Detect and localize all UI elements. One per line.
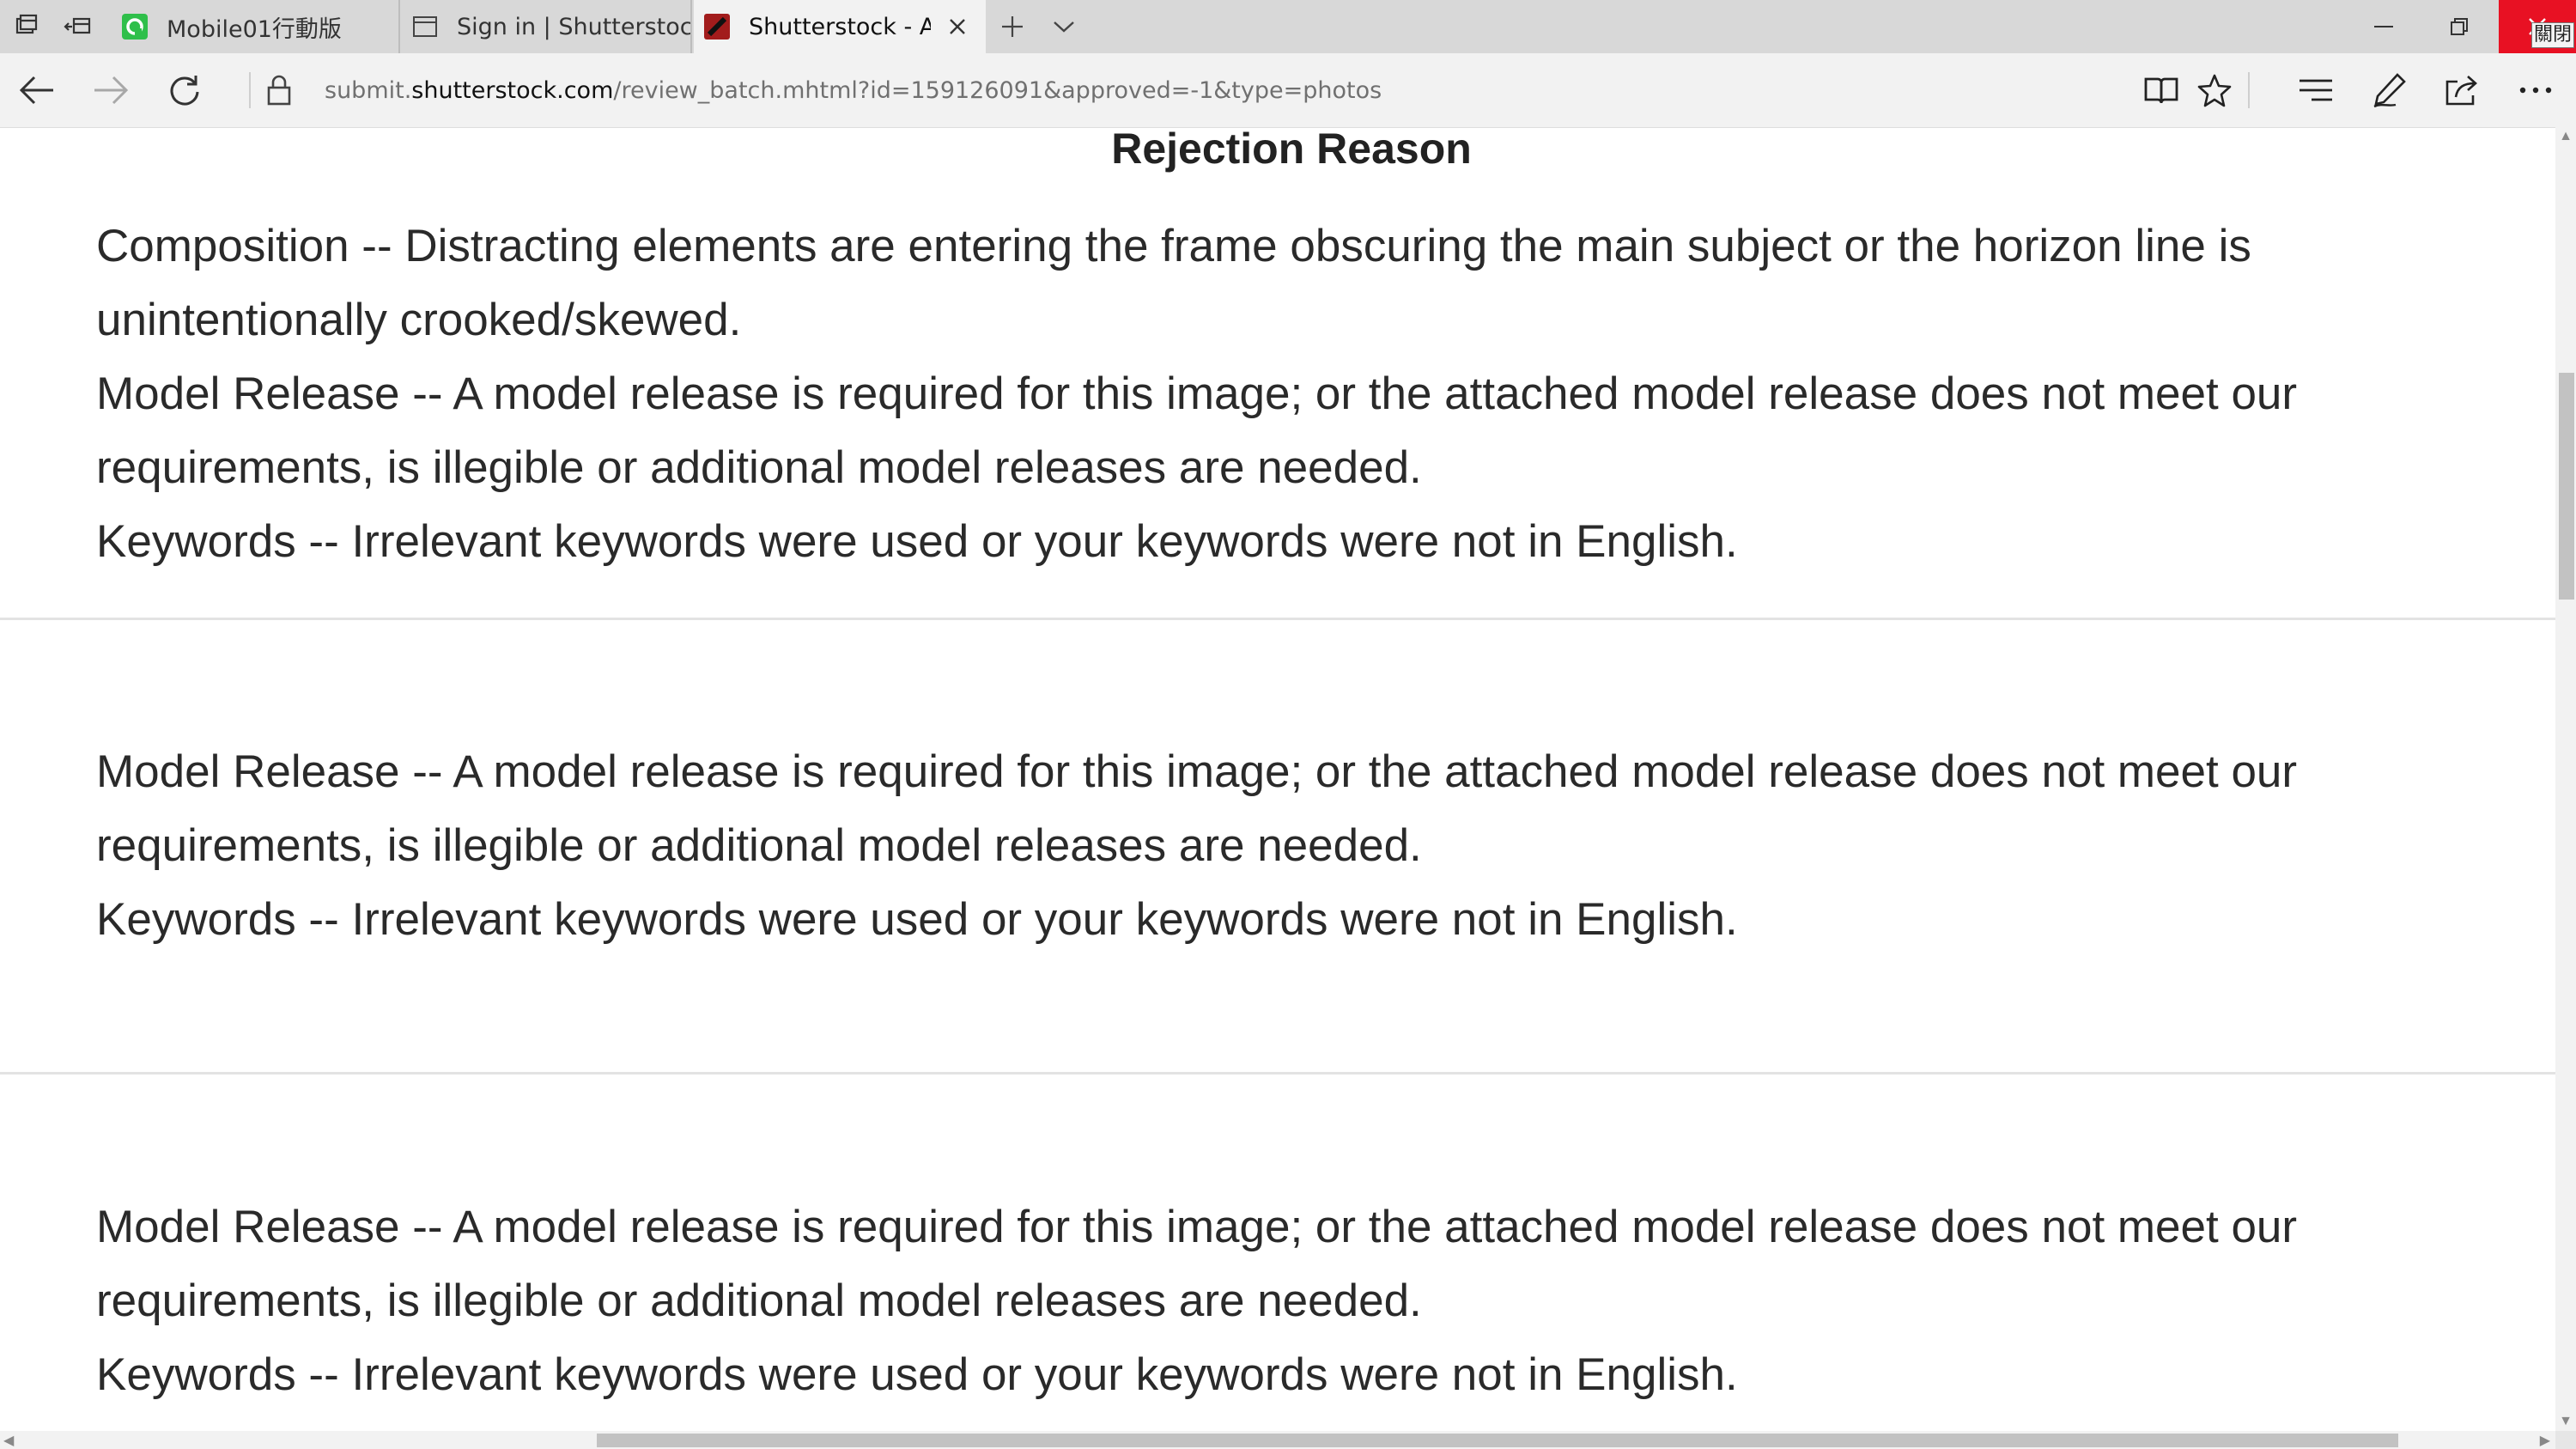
- horizontal-scroll-thumb[interactable]: [597, 1434, 2398, 1447]
- rejection-reason: Keywords -- Irrelevant keywords were use…: [96, 894, 1738, 945]
- tab-preview-chevron-down-icon[interactable]: [1046, 9, 1082, 45]
- separator: [2248, 72, 2250, 108]
- new-tab-icon[interactable]: [994, 9, 1030, 45]
- rejection-block: Model Release -- A model release is requ…: [96, 735, 2415, 957]
- minimize-icon[interactable]: [2346, 0, 2421, 53]
- scroll-right-arrow-icon[interactable]: ▶: [2540, 1432, 2550, 1449]
- url-host: shutterstock.com: [411, 76, 614, 104]
- rejection-block: Model Release -- A model release is requ…: [96, 1190, 2415, 1412]
- vertical-scroll-thumb[interactable]: [2559, 373, 2574, 600]
- set-tabs-aside-icon[interactable]: [60, 9, 96, 45]
- page-icon: [412, 14, 438, 40]
- restore-icon[interactable]: [2421, 0, 2497, 53]
- address-bar[interactable]: submit. shutterstock.com/review_batch.mht…: [325, 53, 1382, 127]
- scroll-up-arrow-icon[interactable]: ▲: [2558, 129, 2573, 144]
- horizontal-scrollbar[interactable]: ◀ ▶: [0, 1431, 2555, 1449]
- section-divider: [0, 618, 2555, 620]
- tab-list-icon[interactable]: [9, 9, 45, 45]
- close-window-icon[interactable]: 關閉: [2499, 0, 2576, 53]
- forward-arrow-icon[interactable]: [91, 70, 131, 110]
- tab-title: Mobile01行動版: [167, 15, 342, 43]
- reading-view-icon[interactable]: [2142, 70, 2181, 110]
- url-prefix: submit.: [325, 76, 412, 104]
- scroll-down-arrow-icon[interactable]: ▼: [2558, 1414, 2573, 1429]
- tab-title: Shutterstock - Appr: [749, 13, 931, 40]
- more-options-icon[interactable]: [2516, 70, 2555, 110]
- shutterstock-favicon-icon: [704, 14, 730, 40]
- close-tooltip: 關閉: [2530, 22, 2574, 48]
- rejection-block: Composition -- Distracting elements are …: [96, 210, 2415, 579]
- navigation-bar: submit. shutterstock.com/review_batch.mht…: [0, 53, 2576, 128]
- tab-mobile01[interactable]: Mobile01行動版: [112, 0, 400, 53]
- share-icon[interactable]: [2442, 70, 2482, 110]
- mobile01-favicon-icon: [122, 14, 148, 40]
- favorite-star-icon[interactable]: [2195, 70, 2234, 110]
- page-title: Rejection Reason: [1111, 125, 1472, 173]
- tab-shutterstock-approved[interactable]: Shutterstock - Appr: [694, 0, 986, 53]
- scroll-left-arrow-icon[interactable]: ◀: [3, 1432, 14, 1449]
- rejection-reason: Model Release -- A model release is requ…: [96, 746, 2298, 871]
- separator: [249, 72, 251, 108]
- back-arrow-icon[interactable]: [17, 70, 57, 110]
- rejection-reason: Composition -- Distracting elements are …: [96, 221, 2251, 345]
- tab-sign-in-shutterstock[interactable]: Sign in | Shutterstock: [402, 0, 692, 53]
- close-tab-icon[interactable]: [943, 12, 972, 41]
- rejection-reason: Model Release -- A model release is requ…: [96, 368, 2298, 493]
- section-divider: [0, 1072, 2555, 1075]
- web-note-pen-icon[interactable]: [2370, 70, 2409, 110]
- lock-icon[interactable]: [259, 70, 299, 110]
- hub-icon[interactable]: [2296, 70, 2336, 110]
- refresh-icon[interactable]: [165, 70, 204, 110]
- vertical-scrollbar[interactable]: ▲ ▼: [2555, 127, 2576, 1431]
- tab-strip: Mobile01行動版 Sign in | Shutterstock Shutt…: [0, 0, 2576, 53]
- rejection-reason: Keywords -- Irrelevant keywords were use…: [96, 1349, 1738, 1400]
- tab-title: Sign in | Shutterstock: [457, 13, 690, 40]
- url-path: /review_batch.mhtml?id=159126091&approve…: [613, 76, 1382, 104]
- scrollbar-corner: [2555, 1431, 2576, 1449]
- rejection-reason: Keywords -- Irrelevant keywords were use…: [96, 516, 1738, 567]
- rejection-reason: Model Release -- A model release is requ…: [96, 1202, 2298, 1326]
